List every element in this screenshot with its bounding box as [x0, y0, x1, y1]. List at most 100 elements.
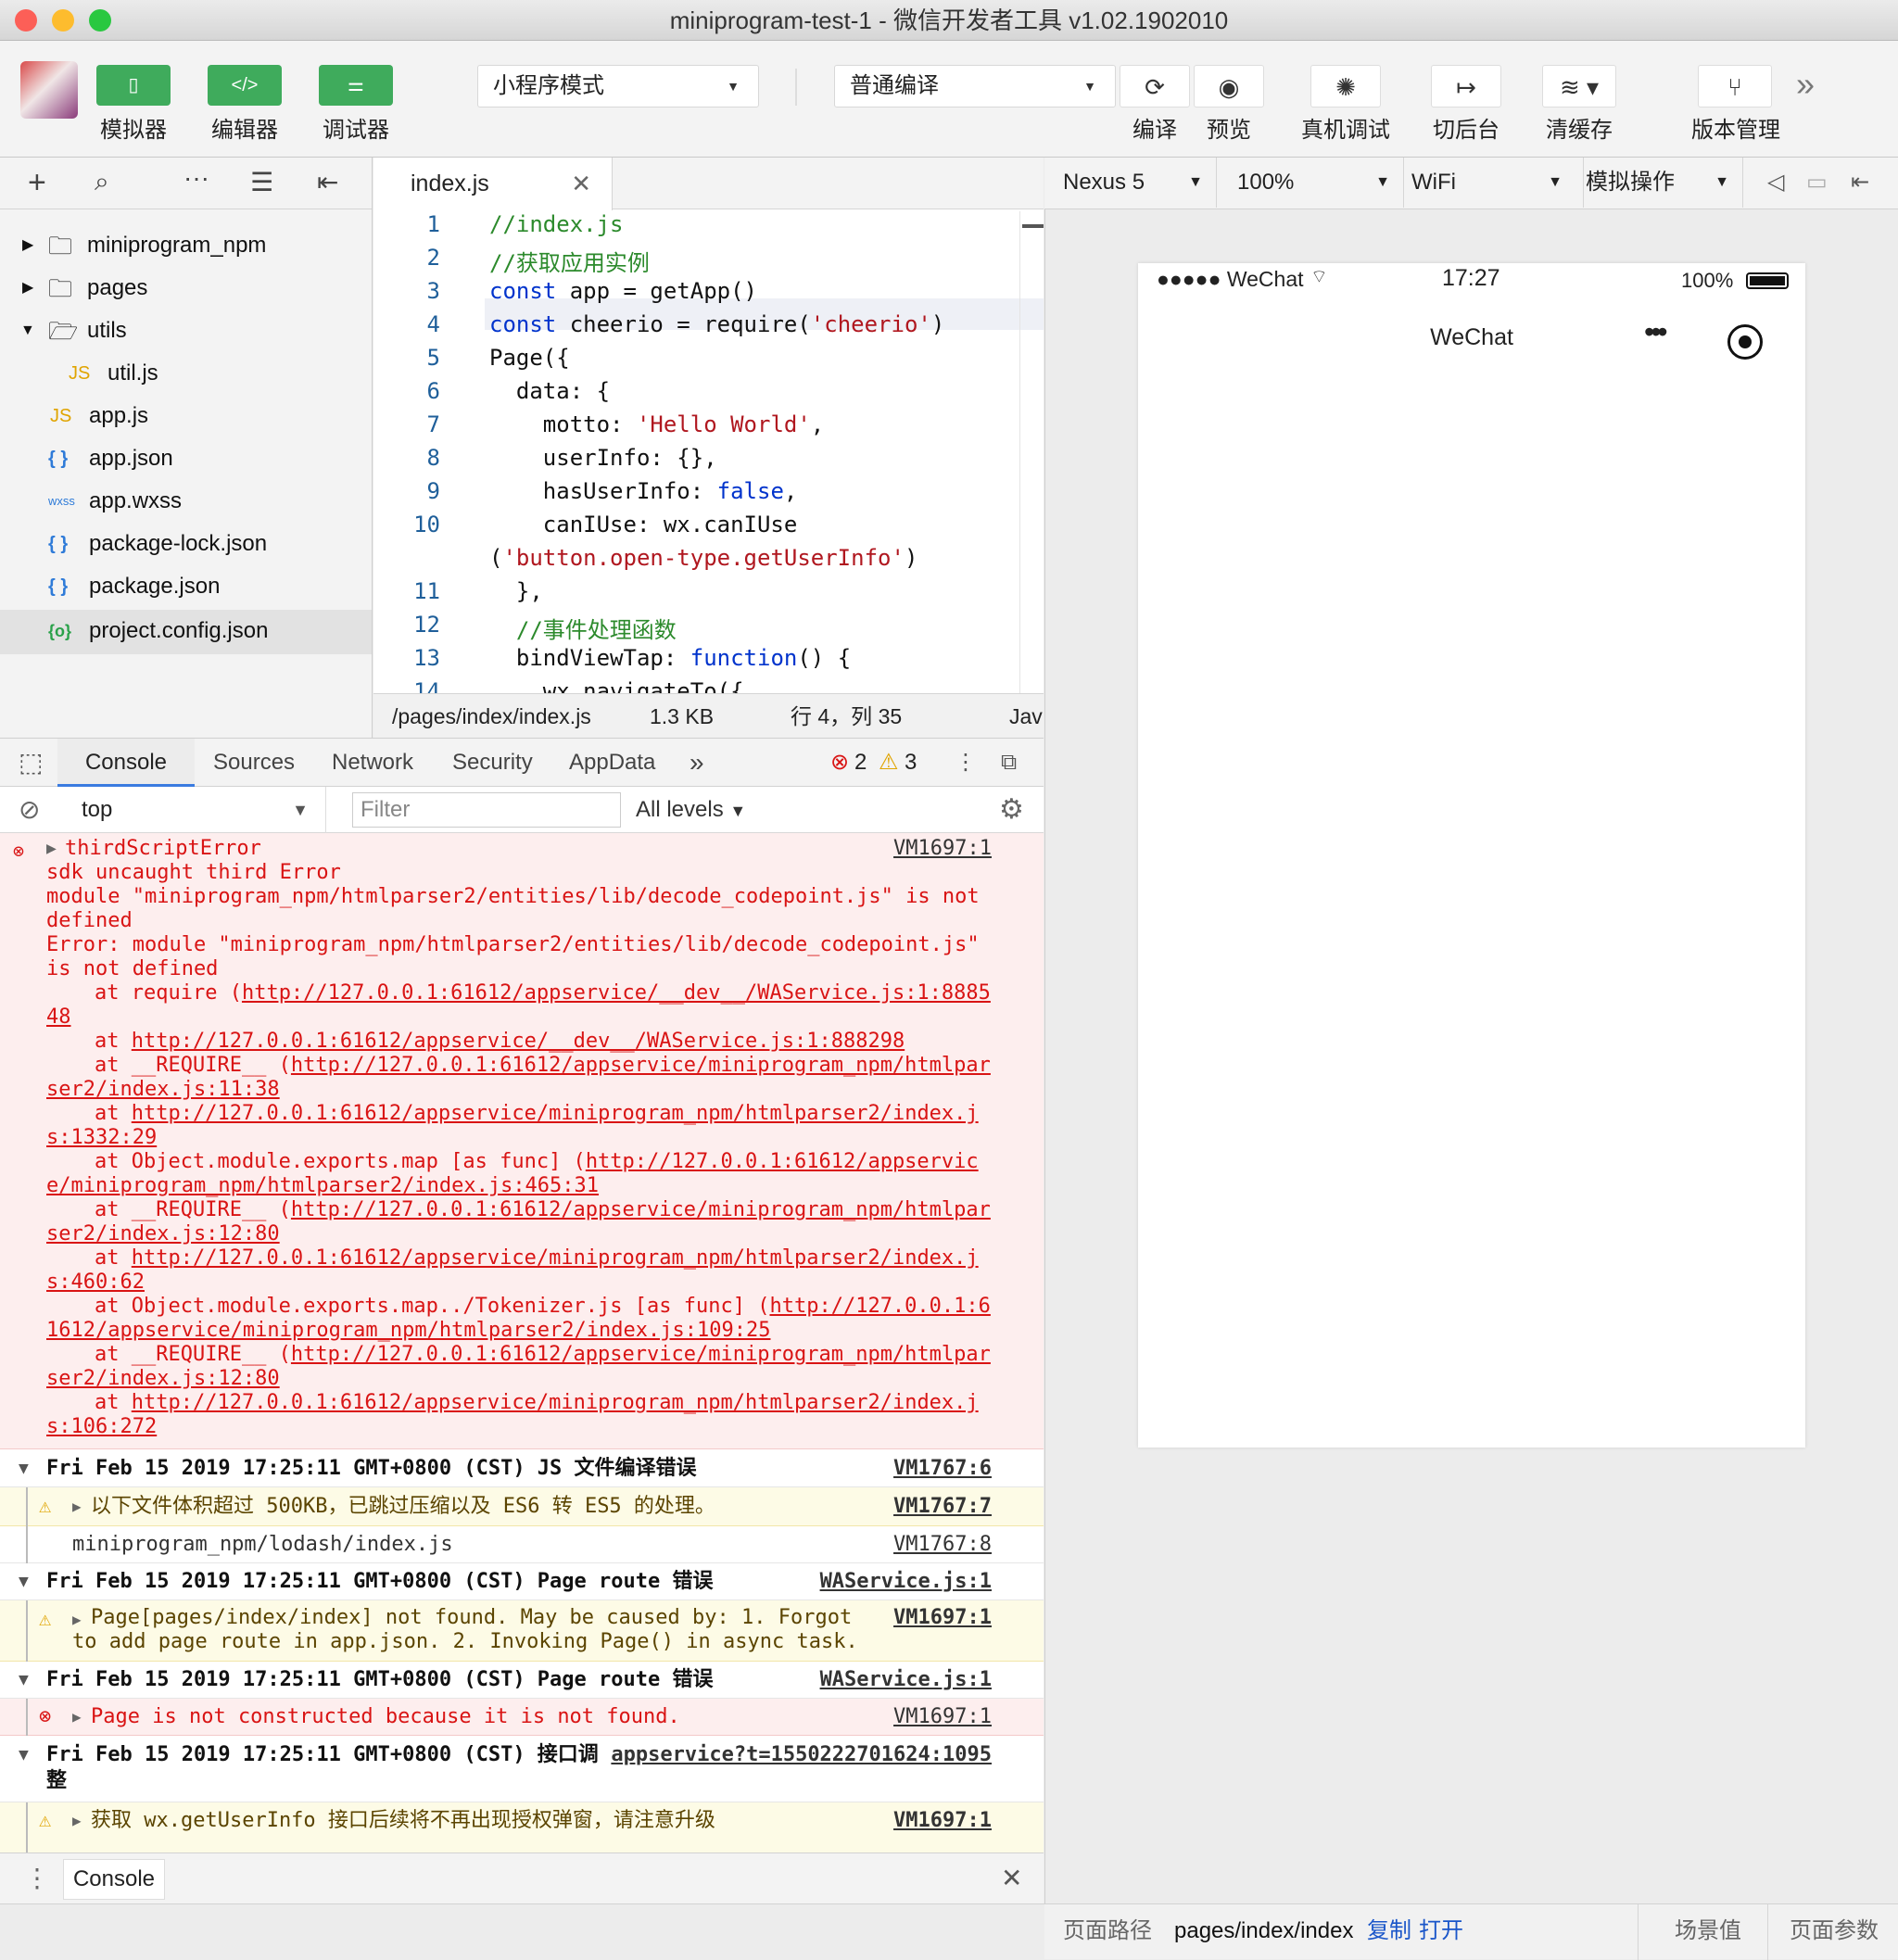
scene-button[interactable]: 场景值: [1675, 1904, 1741, 1958]
source-link[interactable]: WAService.js:1: [820, 1662, 992, 1699]
console-group-header[interactable]: ▼ Fri Feb 15 2019 17:25:11 GMT+0800 (CST…: [0, 1563, 1044, 1600]
source-link[interactable]: VM1767:6: [893, 1450, 992, 1487]
more-tabs-icon[interactable]: »: [690, 739, 704, 787]
expand-caret-icon[interactable]: ▶: [72, 1487, 82, 1526]
stack-link[interactable]: http://127.0.0.1:61612/appservic: [586, 1150, 979, 1173]
open-path-link[interactable]: 打开: [1419, 1904, 1463, 1958]
source-link[interactable]: VM1697:1: [893, 1802, 992, 1840]
expand-caret-icon[interactable]: ▶: [72, 1699, 82, 1736]
more-menu-icon[interactable]: •••: [1644, 315, 1668, 349]
source-link[interactable]: WAService.js:1: [820, 1563, 992, 1600]
tree-file-util-js[interactable]: JS util.js: [0, 352, 372, 395]
search-icon[interactable]: ⌕: [95, 167, 109, 197]
window-icon[interactable]: ▭: [1806, 158, 1828, 208]
console-group-header[interactable]: ▼ Fri Feb 15 2019 17:25:11 GMT+0800 (CST…: [0, 1662, 1044, 1699]
expand-caret-icon[interactable]: ▶: [46, 837, 57, 861]
close-window-button[interactable]: [15, 9, 37, 32]
tab-security[interactable]: Security: [452, 739, 533, 787]
volume-icon[interactable]: ◁: [1767, 158, 1784, 208]
panel-toggle-icon[interactable]: ⇤: [1851, 158, 1869, 208]
tree-file-app-json[interactable]: { } app.json: [0, 437, 372, 480]
debugger-toggle-button[interactable]: ⚌: [319, 65, 393, 106]
status-cursor-position[interactable]: 行 4，列 35: [791, 694, 902, 739]
remote-debug-button[interactable]: ✺: [1310, 65, 1381, 107]
simulator-toggle-button[interactable]: ▯: [96, 65, 171, 106]
warning-count[interactable]: 3: [905, 739, 917, 787]
scrollbar-thumb[interactable]: [1022, 224, 1044, 228]
more-icon[interactable]: ···: [183, 163, 209, 193]
context-select[interactable]: top ▼: [67, 787, 326, 833]
code-area[interactable]: 1 2 3 4 5 6 7 8 9 10 11 12 13 14 //index…: [373, 211, 1044, 693]
close-icon[interactable]: ✕: [1001, 1863, 1022, 1893]
compile-button[interactable]: ⟳: [1120, 65, 1190, 107]
stack-link[interactable]: http://127.0.0.1:61612/appservice/minipr…: [291, 1054, 991, 1077]
expand-caret-icon[interactable]: ▶: [72, 1802, 82, 1840]
tree-folder-utils[interactable]: ▼ 🗁 utils: [0, 310, 372, 352]
stack-link[interactable]: http://127.0.0.1:61612/appservice/__dev_…: [242, 981, 991, 1005]
stack-link[interactable]: ser2/index.js:12:80: [46, 1222, 280, 1246]
clear-console-icon[interactable]: ⊘: [19, 787, 40, 833]
tab-console[interactable]: Console: [57, 739, 195, 787]
source-link[interactable]: appservice?t=1550222701624:1095: [611, 1743, 992, 1767]
console-log[interactable]: ⊗ ▶ thirdScriptError VM1697:1 sdk uncaug…: [0, 833, 1044, 1853]
levels-select[interactable]: All levels ▼: [636, 787, 746, 834]
tree-file-package-json[interactable]: { } package.json: [0, 565, 372, 608]
source-link[interactable]: VM1697:1: [893, 1699, 992, 1736]
source-link[interactable]: VM1767:7: [893, 1487, 992, 1526]
expand-caret-icon[interactable]: ▶: [72, 1608, 82, 1632]
tree-file-app-js[interactable]: JS app.js: [0, 395, 372, 437]
editor-toggle-button[interactable]: </>: [208, 65, 282, 106]
error-count[interactable]: 2: [854, 739, 867, 787]
add-icon[interactable]: +: [28, 165, 46, 201]
source-link[interactable]: VM1697:1: [893, 837, 992, 861]
gear-icon[interactable]: ⚙: [999, 787, 1024, 833]
collapse-icon[interactable]: ☰: [250, 167, 273, 197]
compile-mode-select[interactable]: 普通编译 ▼: [834, 65, 1116, 107]
scrollbar[interactable]: [1019, 211, 1044, 693]
background-button[interactable]: ↦: [1431, 65, 1501, 107]
console-group-header[interactable]: ▼ Fri Feb 15 2019 17:25:11 GMT+0800 (CST…: [0, 1736, 1044, 1802]
preview-button[interactable]: ◉: [1194, 65, 1264, 107]
network-select[interactable]: WiFi ▼: [1411, 158, 1584, 208]
clear-cache-button[interactable]: ≋ ▾: [1542, 65, 1616, 107]
stack-link[interactable]: e/miniprogram_npm/htmlparser2/index.js:4…: [46, 1174, 599, 1198]
tab-network[interactable]: Network: [332, 739, 413, 787]
tab-appdata[interactable]: AppData: [569, 739, 655, 787]
mode-select[interactable]: 小程序模式 ▼: [477, 65, 759, 107]
undock-icon[interactable]: ⧉: [1001, 739, 1017, 787]
stack-link[interactable]: http://127.0.0.1:61612/appservice/__dev_…: [132, 1030, 905, 1053]
tree-file-project-config-json[interactable]: {o} project.config.json: [0, 610, 372, 654]
zoom-select[interactable]: 100% ▼: [1237, 158, 1404, 208]
panel-toggle-icon[interactable]: ⇤: [317, 167, 338, 197]
stack-link[interactable]: http://127.0.0.1:61612/appservice/minipr…: [132, 1391, 979, 1414]
stack-link[interactable]: http://127.0.0.1:61612/appservice/minipr…: [132, 1246, 979, 1270]
tab-sources[interactable]: Sources: [213, 739, 295, 787]
device-select[interactable]: Nexus 5 ▼: [1063, 158, 1217, 208]
drawer-tab-console[interactable]: Console: [63, 1859, 165, 1900]
avatar[interactable]: [20, 61, 78, 119]
source-link[interactable]: VM1767:8: [893, 1526, 992, 1563]
version-button[interactable]: ⑂: [1698, 65, 1772, 107]
stack-link[interactable]: 1612/appservice/miniprogram_npm/htmlpars…: [46, 1319, 770, 1343]
stack-link[interactable]: s:106:272: [46, 1415, 157, 1439]
kebab-menu-icon[interactable]: ⋮: [24, 1863, 50, 1893]
minimize-window-button[interactable]: [52, 9, 74, 32]
tree-file-app-wxss[interactable]: wxss app.wxss: [0, 480, 372, 523]
tree-folder-miniprogram-npm[interactable]: ▶ 🗀 miniprogram_npm: [0, 224, 372, 267]
stack-link[interactable]: 48: [46, 1005, 71, 1030]
stack-link[interactable]: ser2/index.js:12:80: [46, 1367, 280, 1391]
zoom-window-button[interactable]: [89, 9, 111, 32]
stack-link[interactable]: s:1332:29: [46, 1126, 157, 1150]
close-miniprogram-icon[interactable]: [1727, 324, 1763, 360]
stack-link[interactable]: s:460:62: [46, 1271, 145, 1295]
tree-folder-pages[interactable]: ▶ 🗀 pages: [0, 267, 372, 310]
tree-file-package-lock-json[interactable]: { } package-lock.json: [0, 523, 372, 565]
tab-index-js[interactable]: index.js ✕: [373, 158, 613, 210]
stack-link[interactable]: ser2/index.js:11:38: [46, 1078, 280, 1102]
stack-link[interactable]: http://127.0.0.1:6: [769, 1295, 990, 1318]
stack-link[interactable]: http://127.0.0.1:61612/appservice/minipr…: [291, 1198, 991, 1221]
page-params-button[interactable]: 页面参数: [1790, 1904, 1879, 1958]
console-group-header[interactable]: ▼ Fri Feb 15 2019 17:25:11 GMT+0800 (CST…: [0, 1450, 1044, 1487]
close-icon[interactable]: ✕: [571, 158, 591, 209]
filter-input[interactable]: Filter: [352, 792, 621, 828]
